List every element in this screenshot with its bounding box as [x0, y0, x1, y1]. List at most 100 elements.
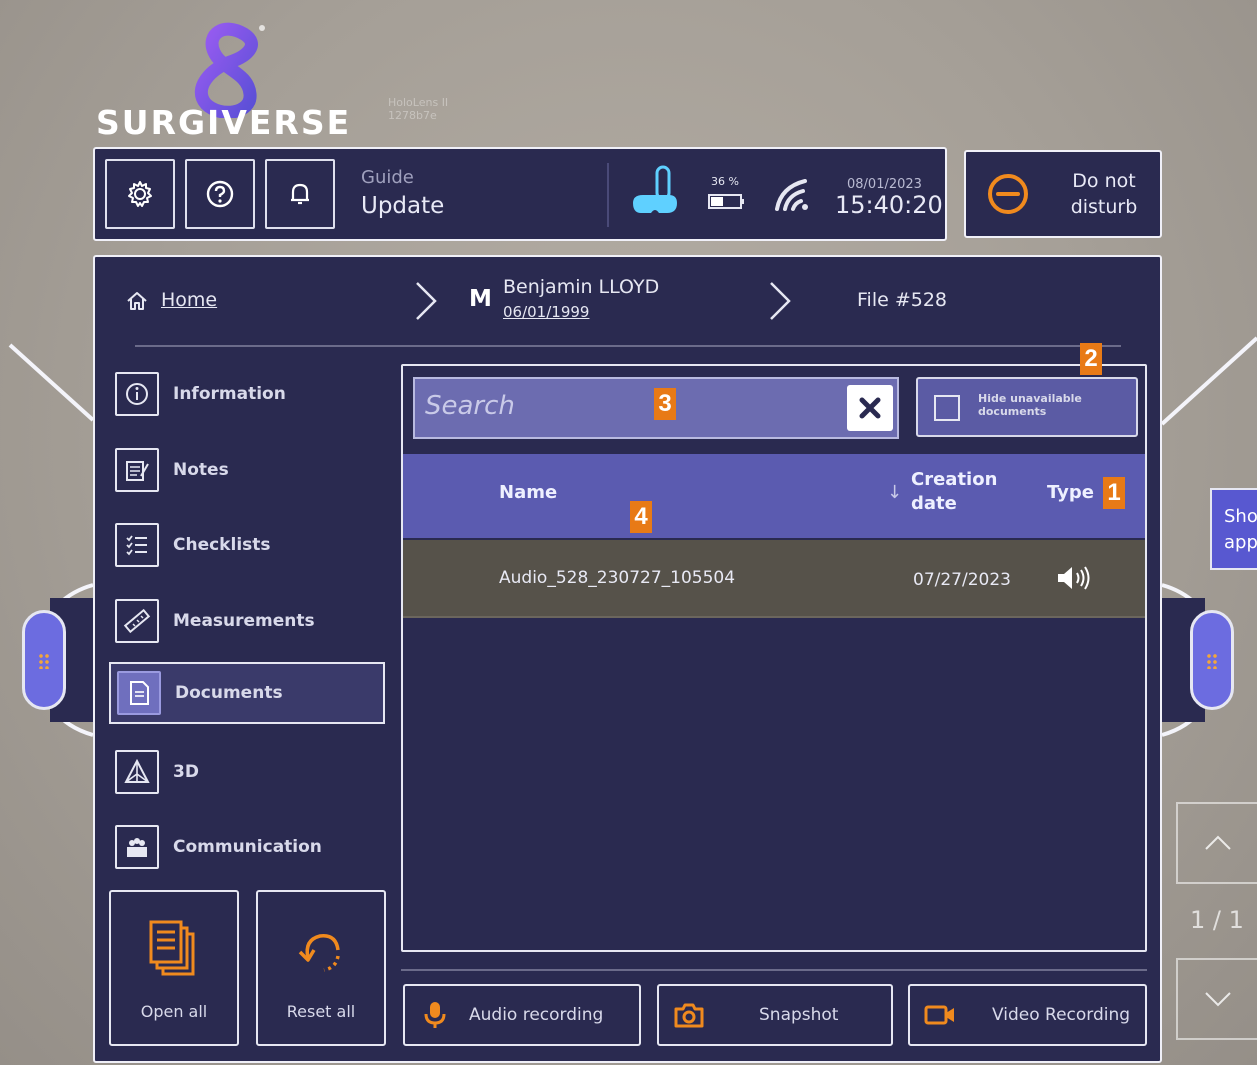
clear-search-button[interactable]	[847, 385, 893, 431]
reset-all-button[interactable]: Reset all	[256, 890, 386, 1046]
video-recording-label: Video Recording	[992, 1005, 1131, 1025]
do-not-disturb-label: Do not disturb	[1064, 168, 1144, 220]
breadcrumb-patient-name[interactable]: Benjamin LLOYD	[503, 276, 659, 298]
do-not-disturb-button[interactable]: Do not disturb	[964, 150, 1162, 238]
video-camera-icon	[924, 1005, 954, 1025]
notes-icon	[115, 448, 159, 492]
top-toolbar: Guide Update 36 % 08/01/2023 15:40:20	[93, 147, 947, 241]
video-recording-button[interactable]: Video Recording	[908, 984, 1147, 1046]
open-all-button[interactable]: Open all	[109, 890, 239, 1046]
documents-frame	[401, 364, 1147, 952]
question-icon	[206, 180, 234, 208]
battery-icon	[708, 194, 744, 209]
device-model: HoloLens II	[388, 96, 449, 109]
notifications-button[interactable]	[265, 159, 335, 229]
ruler-icon	[115, 599, 159, 643]
side-panel-tab-line2: app	[1224, 532, 1257, 553]
breadcrumb-divider	[135, 345, 1121, 347]
column-header-type[interactable]: Type	[1047, 482, 1094, 503]
help-button[interactable]	[185, 159, 255, 229]
documents-table-header: Name ↓ Creation date Type	[403, 454, 1145, 538]
camera-icon	[674, 1003, 704, 1028]
actions-divider	[401, 969, 1147, 971]
breadcrumb-home-link[interactable]: Home	[161, 289, 217, 311]
snapshot-button[interactable]: Snapshot	[657, 984, 893, 1046]
annotation-marker-1: 1	[1103, 477, 1125, 509]
close-icon	[859, 397, 881, 419]
page-indicator: 1 / 1	[1190, 906, 1244, 934]
sidebar-item-notes[interactable]: Notes	[109, 439, 385, 501]
table-row[interactable]: Audio_528_230727_105504 07/27/2023	[403, 540, 1145, 618]
chevron-down-icon	[1204, 992, 1231, 1007]
chevron-right-icon	[416, 282, 437, 320]
patient-file-panel: Home M Benjamin LLOYD 06/01/1999 File #5…	[93, 255, 1162, 1063]
bell-icon	[291, 183, 309, 205]
device-id: 1278b7e	[388, 109, 437, 122]
chevron-up-icon	[1204, 835, 1231, 850]
sidebar-item-label: Documents	[175, 683, 283, 703]
document-icon	[117, 671, 161, 715]
dnd-label-line1: Do not	[1072, 170, 1136, 192]
left-drag-handle[interactable]	[22, 610, 66, 710]
annotation-marker-3: 3	[654, 388, 676, 420]
open-all-label: Open all	[140, 1002, 208, 1021]
info-icon	[115, 372, 159, 416]
column-header-creation-date[interactable]: Creation date	[911, 468, 1011, 516]
side-panel-tab[interactable]: Sho app	[1210, 488, 1257, 570]
checklist-icon	[115, 523, 159, 567]
document-name: Audio_528_230727_105504	[499, 568, 736, 588]
sidebar-item-label: Measurements	[173, 611, 315, 631]
hide-unavailable-checkbox[interactable]	[934, 395, 960, 421]
dnd-label-line2: disturb	[1070, 196, 1138, 218]
wifi-icon	[775, 179, 808, 211]
sidebar-item-measurements[interactable]: Measurements	[109, 590, 385, 652]
settings-button[interactable]	[105, 159, 175, 229]
sidebar-item-documents[interactable]: Documents	[109, 662, 385, 724]
sidebar-item-information[interactable]: Information	[109, 363, 385, 425]
do-not-disturb-icon	[988, 174, 1028, 214]
gear-icon	[128, 181, 152, 207]
speaker-icon	[1058, 566, 1090, 590]
column-header-name[interactable]: Name	[499, 482, 557, 503]
guide-value[interactable]: Update	[361, 193, 444, 219]
3d-icon	[115, 750, 159, 794]
page-up-button[interactable]	[1176, 802, 1257, 884]
breadcrumb-patient-dob[interactable]: 06/01/1999	[503, 303, 589, 321]
copy-documents-icon	[149, 920, 195, 976]
search-placeholder: Search	[425, 391, 515, 421]
home-icon	[127, 292, 147, 310]
hide-unavailable-label: Hide unavailable documents	[978, 392, 1082, 418]
topbar-divider	[607, 163, 609, 227]
sidebar-item-checklists[interactable]: Checklists	[109, 514, 385, 576]
annotation-marker-2: 2	[1080, 343, 1102, 375]
chevron-right-icon	[770, 282, 791, 320]
sidebar-item-label: Checklists	[173, 535, 271, 555]
device-temperature-icon	[633, 165, 677, 213]
audio-recording-label: Audio recording	[469, 1005, 604, 1025]
device-info: HoloLens II 1278b7e	[388, 96, 448, 122]
sort-descending-icon[interactable]: ↓	[887, 482, 902, 503]
sidebar-item-label: Notes	[173, 460, 229, 480]
battery-percent: 36 %	[711, 175, 739, 188]
annotation-marker-4: 4	[630, 501, 652, 533]
right-drag-handle[interactable]	[1190, 610, 1234, 710]
date-display: 08/01/2023	[847, 177, 922, 192]
page-down-button[interactable]	[1176, 958, 1257, 1040]
side-panel-tab-line1: Sho	[1224, 506, 1257, 527]
breadcrumb-file: File #528	[857, 289, 948, 311]
audio-recording-button[interactable]: Audio recording	[403, 984, 641, 1046]
time-display: 15:40:20	[835, 191, 943, 219]
document-creation-date: 07/27/2023	[913, 570, 1011, 590]
reset-icon	[298, 934, 340, 972]
guide-label: Guide	[361, 167, 414, 188]
snapshot-label: Snapshot	[759, 1005, 839, 1025]
hide-unavailable-toggle[interactable]: Hide unavailable documents	[916, 377, 1138, 437]
microphone-icon	[424, 1002, 446, 1028]
patient-gender: M	[469, 286, 492, 312]
sidebar-item-3d[interactable]: 3D	[109, 741, 385, 803]
communication-icon	[115, 825, 159, 869]
reset-all-label: Reset all	[286, 1002, 356, 1021]
brand-name: SURGIVERSE	[96, 103, 352, 142]
sidebar-item-label: Communication	[173, 837, 322, 857]
sidebar-item-communication[interactable]: Communication	[109, 816, 385, 878]
